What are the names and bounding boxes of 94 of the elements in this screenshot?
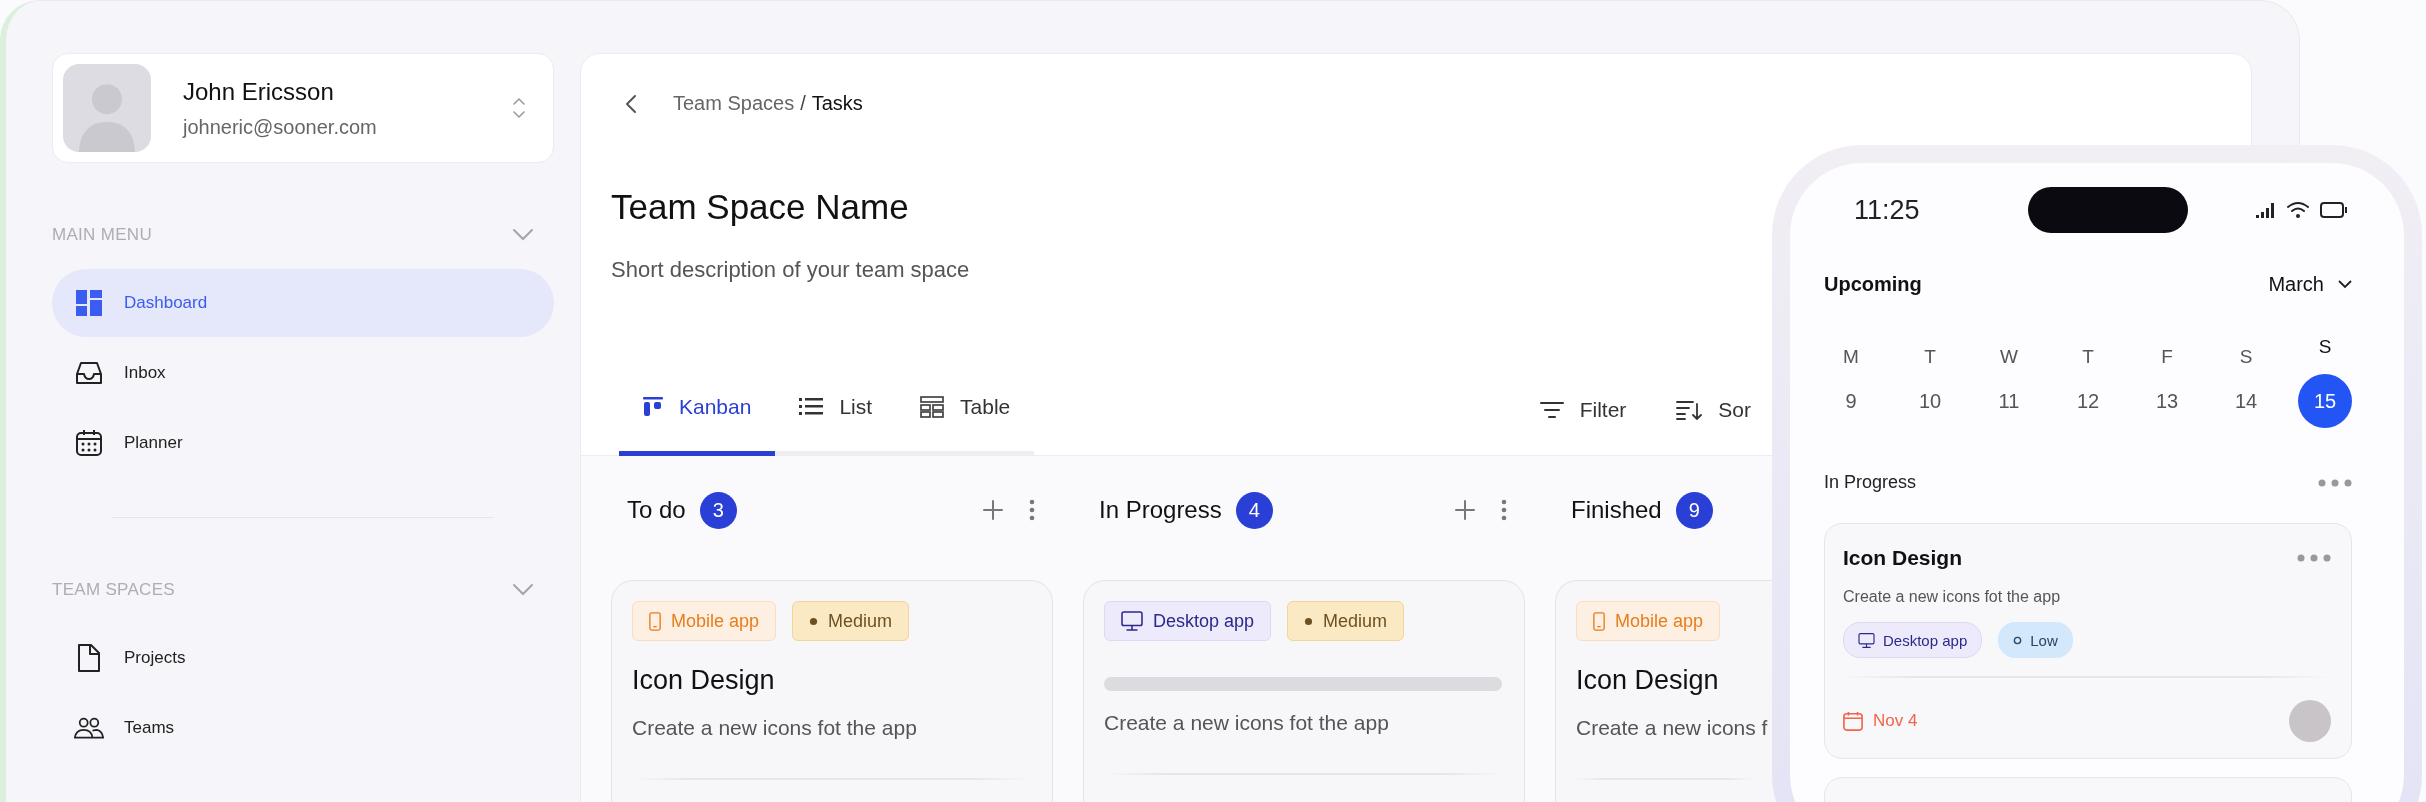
user-email: johneric@sooner.com <box>183 115 378 139</box>
sort-icon <box>1676 400 1703 420</box>
filter-icon <box>1539 401 1564 419</box>
dashboard-icon <box>74 290 104 316</box>
toolbar-button[interactable]: Sor <box>1676 375 1751 445</box>
sidebar-item[interactable]: Inbox <box>52 339 554 407</box>
calendar-icon <box>74 429 104 457</box>
card-title: Icon Design <box>1843 546 1963 570</box>
group-title: In Progress <box>1824 472 1917 493</box>
task-card[interactable]: Mobile app Medium Icon Design Create a new icons fot the app <box>611 580 1053 802</box>
plus-icon[interactable] <box>1455 500 1475 520</box>
task-card[interactable]: Desktop app Medium Create a new icons fot the app <box>1083 580 1525 802</box>
section-heading: MAIN MENU <box>52 225 152 245</box>
profile-card[interactable]: John Ericsson johneric@sooner.com <box>52 53 554 163</box>
section-title: Upcoming <box>1824 273 1922 296</box>
monitor-icon <box>1858 632 1875 648</box>
inbox-icon <box>74 360 104 386</box>
kanban-icon <box>643 397 663 417</box>
date-cell[interactable]: 13 <box>2140 374 2194 428</box>
tag-label: Medium <box>828 610 893 632</box>
tag-label: Mobile app <box>671 610 760 632</box>
page-title: Team Space Name <box>611 187 909 227</box>
view-tab[interactable]: Table <box>896 375 1035 456</box>
card-title: Icon Design <box>632 665 775 695</box>
sidebar-item[interactable]: Dashboard <box>52 269 554 337</box>
date-cell[interactable]: 12 <box>2061 374 2115 428</box>
count-badge: 4 <box>1235 491 1273 529</box>
chevron-down-icon[interactable] <box>512 228 534 242</box>
card-description: Create a new icons f <box>1576 716 1768 739</box>
plus-icon[interactable] <box>983 500 1003 520</box>
list-icon <box>799 398 824 416</box>
tag-label: Medium <box>1323 610 1388 632</box>
weekday-label: T <box>2082 346 2094 368</box>
tag-label: Desktop app <box>1883 631 1968 649</box>
chevron-updown-icon <box>511 96 527 120</box>
count-badge: 3 <box>699 491 737 529</box>
date-cell[interactable]: 15 <box>2298 374 2352 428</box>
date-cell[interactable]: 9 <box>1824 374 1878 428</box>
sidebar-item[interactable]: Planner <box>52 409 554 477</box>
more-icon[interactable] <box>2318 478 2352 487</box>
tag-label: Desktop app <box>1153 610 1255 632</box>
chevron-down-icon[interactable] <box>512 583 534 597</box>
tag-label: Low <box>2030 631 2058 649</box>
card-title: Icon Design <box>1576 665 1719 695</box>
weekday-label: T <box>1924 346 1936 368</box>
breadcrumb-link[interactable]: Team Spaces <box>673 92 795 115</box>
due-date: Nov 4 <box>1873 711 1918 731</box>
dot-icon <box>1304 616 1314 626</box>
breadcrumb-separator: / <box>800 92 806 115</box>
more-icon[interactable] <box>2297 554 2331 562</box>
chevron-down-icon <box>2338 280 2352 289</box>
more-icon[interactable] <box>1501 499 1507 521</box>
count-badge: 9 <box>1675 491 1713 529</box>
card-description: Create a new icons fot the app <box>1843 588 2061 605</box>
task-card[interactable]: Icon Design Create a new icons fot the app Desktop app Low Nov 4 <box>1824 523 2352 759</box>
people-icon <box>74 716 104 740</box>
status-time: 11:25 <box>1854 194 1920 226</box>
sidebar-item[interactable]: Teams <box>52 694 554 762</box>
back-icon[interactable] <box>625 93 637 114</box>
table-icon <box>920 396 945 418</box>
page-description: Short description of your team space <box>611 257 970 283</box>
signal-icon <box>2256 202 2276 218</box>
dot-icon <box>809 616 819 626</box>
calendar-icon <box>1843 711 1863 731</box>
avatar <box>2289 700 2331 742</box>
column-title: Finished <box>1571 496 1662 524</box>
card-description: Create a new icons fot the app <box>1104 711 1389 734</box>
weekday-label: W <box>2000 346 2018 368</box>
date-cell[interactable]: 11 <box>1982 374 2036 428</box>
column-title: To do <box>627 496 686 524</box>
user-name: John Ericsson <box>183 77 335 106</box>
monitor-icon <box>1121 611 1143 631</box>
tag-label: Mobile app <box>1615 610 1704 632</box>
card-description: Create a new icons fot the app <box>632 716 917 739</box>
date-cell[interactable]: 10 <box>1903 374 1957 428</box>
battery-icon <box>2320 202 2348 218</box>
circle-icon <box>2013 635 2023 645</box>
breadcrumb-current: Tasks <box>811 92 863 115</box>
date-cell[interactable]: 14 <box>2219 374 2273 428</box>
weekday-label: F <box>2161 346 2173 368</box>
phone-icon <box>649 611 661 631</box>
task-card[interactable]: Mobile app Icon Design Create a new icons f <box>1555 580 1775 802</box>
view-tab[interactable]: List <box>775 375 897 456</box>
sidebar-item[interactable]: Projects <box>52 624 554 692</box>
wifi-icon <box>2286 201 2310 219</box>
phone-icon <box>1593 611 1605 631</box>
section-heading: TEAM SPACES <box>52 580 175 600</box>
month-dropdown[interactable]: March <box>2268 273 2352 296</box>
weekday-label: M <box>1843 346 1859 368</box>
toolbar-button[interactable]: Filter <box>1539 375 1627 445</box>
weekday-label: S <box>2239 346 2253 368</box>
column-title: In Progress <box>1099 496 1222 524</box>
more-icon[interactable] <box>1029 499 1035 521</box>
weekday-label: S <box>2318 336 2332 358</box>
